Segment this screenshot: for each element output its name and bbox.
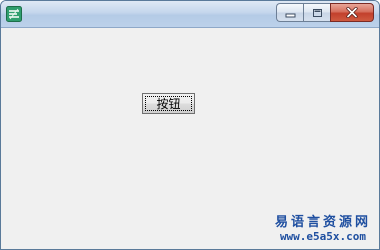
button-label: 按钮: [145, 96, 192, 111]
title-bar[interactable]: [1, 1, 379, 28]
maximize-button[interactable]: [303, 3, 330, 22]
minimize-icon: [285, 3, 296, 22]
caption-buttons: [276, 3, 374, 22]
app-window: 按钮 易语言资源网 www.e5a5x.com: [0, 0, 380, 250]
client-area: 按钮: [4, 28, 376, 246]
maximize-icon: [312, 3, 323, 22]
minimize-button[interactable]: [276, 3, 303, 22]
watermark-title: 易语言资源网: [274, 215, 371, 231]
close-icon: [346, 3, 358, 22]
app-icon[interactable]: [6, 6, 22, 22]
close-button[interactable]: [330, 3, 374, 22]
watermark: 易语言资源网 www.e5a5x.com: [274, 215, 371, 244]
watermark-url: www.e5a5x.com: [279, 230, 367, 244]
push-button[interactable]: 按钮: [142, 93, 195, 114]
